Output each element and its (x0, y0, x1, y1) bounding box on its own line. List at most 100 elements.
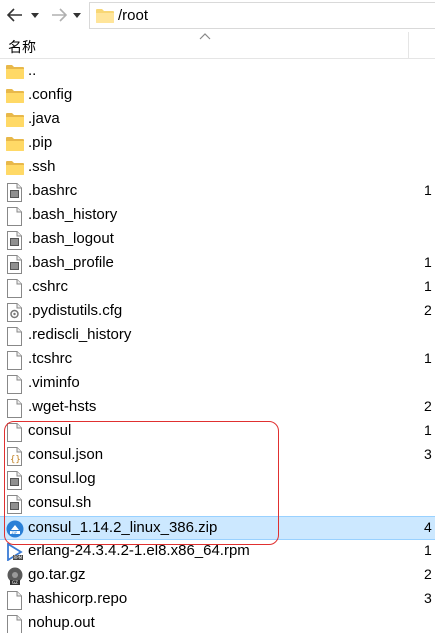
text-file-icon (6, 495, 23, 514)
blank-file-icon (6, 399, 23, 418)
file-name: go.tar.gz (28, 566, 86, 583)
file-name: .ssh (28, 158, 56, 175)
recent-locations-button[interactable] (70, 3, 84, 27)
file-name: .bashrc (28, 182, 78, 199)
file-size: 1 (424, 278, 432, 294)
svg-text:ZIP: ZIP (12, 531, 18, 535)
file-row[interactable]: .bash_logout (0, 228, 435, 252)
file-row[interactable]: .bash_profile 1 (0, 252, 435, 276)
svg-text:RPM: RPM (14, 555, 23, 560)
file-size: 1 (424, 254, 432, 270)
file-row[interactable]: .viminfo (0, 372, 435, 396)
file-name: .bash_history (28, 206, 118, 223)
address-path: /root (118, 7, 149, 24)
file-row[interactable]: .wget-hsts 2 (0, 396, 435, 420)
text-file-icon (6, 471, 23, 490)
file-name: erlang-24.3.4.2-1.el8.x86_64.rpm (28, 542, 250, 559)
file-row[interactable]: {} consul.json 3 (0, 444, 435, 468)
file-row[interactable]: .ssh (0, 156, 435, 180)
history-dropdown-button[interactable] (28, 3, 42, 27)
blank-file-icon (6, 591, 23, 610)
file-size: 1 (424, 350, 432, 366)
file-name: .tcshrc (28, 350, 73, 367)
file-name: hashicorp.repo (28, 590, 128, 607)
file-name: .pip (28, 134, 53, 151)
file-row[interactable]: .pip (0, 132, 435, 156)
text-file-icon (6, 231, 23, 250)
file-name: nohup.out (28, 614, 95, 631)
file-name: consul (28, 422, 72, 439)
file-row[interactable]: ZIP consul_1.14.2_linux_386.zip 4 (0, 516, 435, 540)
cfg-file-icon (6, 303, 23, 322)
file-name: .pydistutils.cfg (28, 302, 123, 319)
blank-file-icon (6, 375, 23, 394)
file-name: .cshrc (28, 278, 69, 295)
folder-file-icon (6, 63, 24, 81)
folder-file-icon (6, 159, 24, 177)
file-name: .bash_logout (28, 230, 114, 247)
file-row[interactable]: consul.sh (0, 492, 435, 516)
file-size: 1 (424, 542, 432, 558)
folder-file-icon (6, 135, 24, 153)
file-size: 3 (424, 446, 432, 462)
file-name: consul.log (28, 470, 96, 487)
blank-file-icon (6, 327, 23, 346)
file-row[interactable]: consul 1 (0, 420, 435, 444)
file-row[interactable]: .bashrc 1 (0, 180, 435, 204)
file-size: 3 (424, 590, 432, 606)
file-row[interactable]: nohup.out (0, 612, 435, 633)
gz-file-icon: GZ (6, 567, 23, 585)
blank-file-icon (6, 279, 23, 298)
file-name: consul.sh (28, 494, 92, 511)
file-row[interactable]: .bash_history (0, 204, 435, 228)
file-row[interactable]: consul.log (0, 468, 435, 492)
file-row[interactable]: .rediscli_history (0, 324, 435, 348)
text-file-icon (6, 255, 23, 274)
toolbar: /root (0, 0, 435, 31)
svg-text:{}: {} (10, 455, 21, 465)
file-row[interactable]: .cshrc 1 (0, 276, 435, 300)
forward-button[interactable] (48, 3, 70, 27)
arrow-right-icon (52, 8, 67, 22)
file-size: 1 (424, 422, 432, 438)
back-button[interactable] (4, 3, 26, 27)
chevron-down-icon (31, 12, 39, 18)
file-row[interactable]: .pydistutils.cfg 2 (0, 300, 435, 324)
file-row[interactable]: .config (0, 84, 435, 108)
rpm-file-icon: RPM (6, 542, 23, 562)
file-name: .viminfo (28, 374, 80, 391)
file-name: .wget-hsts (28, 398, 97, 415)
folder-icon (96, 9, 114, 23)
file-name: consul_1.14.2_linux_386.zip (28, 519, 218, 536)
file-size: 2 (424, 302, 432, 318)
file-size: 1 (424, 182, 432, 198)
blank-file-icon (6, 615, 23, 633)
folder-file-icon (6, 111, 24, 129)
file-name: .java (28, 110, 60, 127)
blank-file-icon (6, 351, 23, 370)
file-name: consul.json (28, 446, 104, 463)
file-name: .rediscli_history (28, 326, 132, 343)
address-bar[interactable]: /root (89, 2, 435, 29)
file-row[interactable]: .tcshrc 1 (0, 348, 435, 372)
column-divider[interactable] (408, 32, 409, 59)
json-file-icon: {} (6, 447, 23, 466)
zip-file-icon: ZIP (6, 520, 24, 538)
file-size: 2 (424, 566, 432, 582)
column-header: 名称 (0, 32, 435, 59)
svg-text:GZ: GZ (12, 580, 18, 585)
sort-ascending-icon (199, 33, 211, 40)
file-name: .bash_profile (28, 254, 114, 271)
file-row[interactable]: RPM erlang-24.3.4.2-1.el8.x86_64.rpm 1 (0, 540, 435, 564)
chevron-down-icon (73, 12, 81, 18)
file-row[interactable]: .. (0, 60, 435, 84)
blank-file-icon (6, 423, 23, 442)
file-row[interactable]: .java (0, 108, 435, 132)
file-name: .. (28, 62, 37, 79)
file-row[interactable]: GZ go.tar.gz 2 (0, 564, 435, 588)
file-row[interactable]: hashicorp.repo 3 (0, 588, 435, 612)
file-name: .config (28, 86, 73, 103)
file-size: 4 (424, 519, 432, 535)
name-column-header[interactable]: 名称 (8, 37, 36, 57)
arrow-left-icon (7, 8, 22, 22)
